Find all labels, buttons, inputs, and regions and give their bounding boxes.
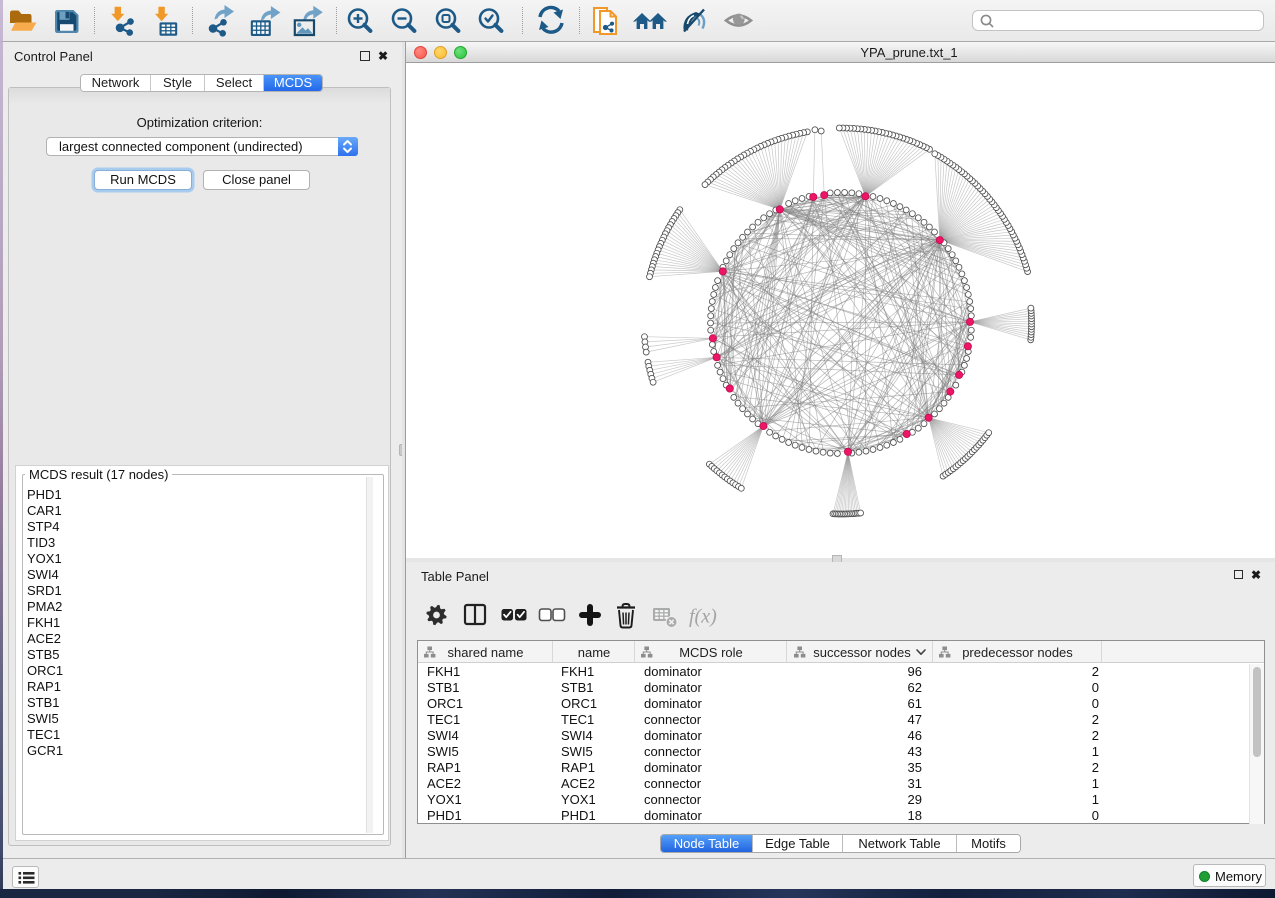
svg-text:f(x): f(x)	[689, 606, 717, 628]
